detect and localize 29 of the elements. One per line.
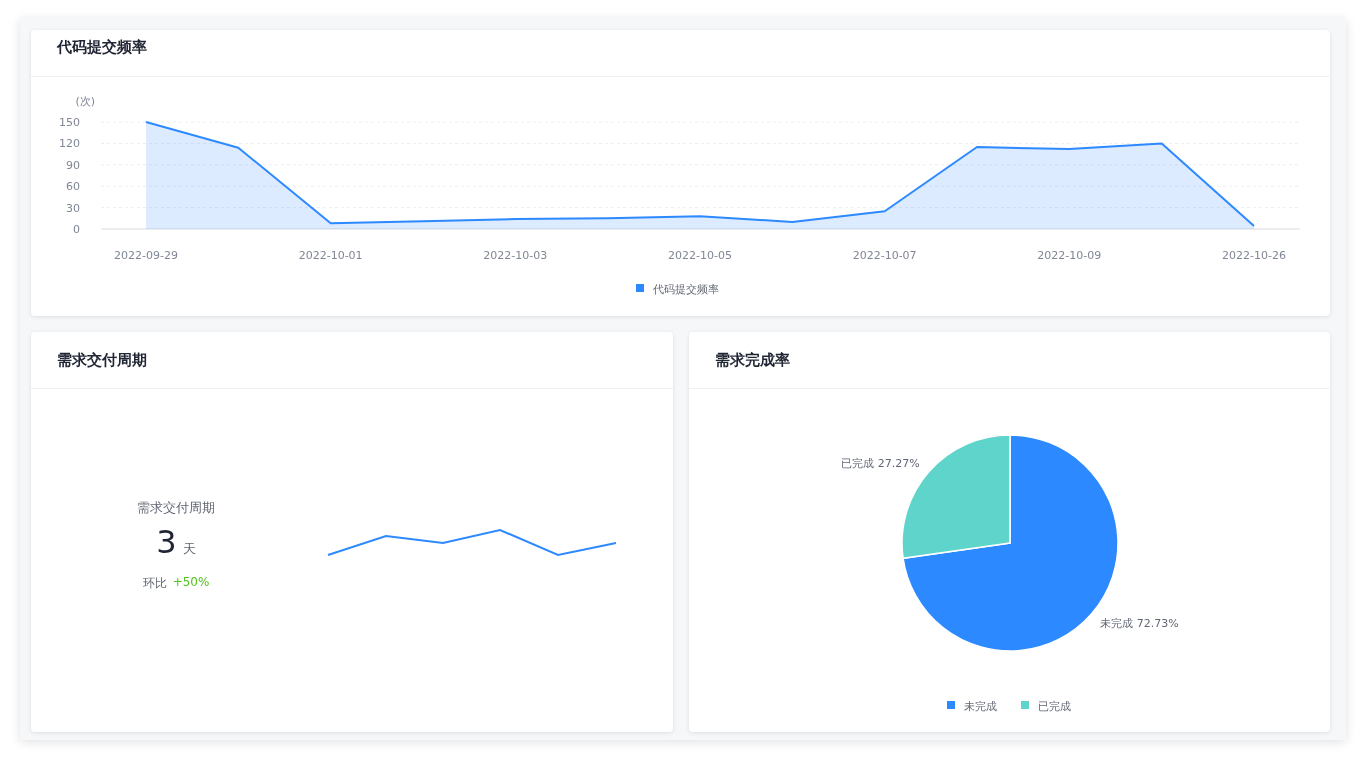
metric-label: 需求交付周期 [137,498,215,517]
legend-label: 代码提交频率 [653,283,719,296]
axis-tick-label: 2022-09-29 [114,249,178,262]
legend-marker-icon [947,701,955,709]
metric-unit: 天 [182,539,196,558]
card-title: 需求完成率 [715,350,790,370]
axis-tick-label: 150 [59,116,80,129]
axis-tick-label: 2022-10-03 [483,249,548,262]
compare-value: +50% [172,574,210,591]
axis-label: (次) [75,95,95,108]
axis-tick-label: 0 [73,223,80,236]
slice-label: 已完成 27.27% [841,457,920,471]
axis-tick-label: 2022-10-01 [298,249,363,262]
slice-label: 未完成 72.73% [1100,616,1179,630]
card-title: 需求交付周期 [57,350,147,370]
axis-tick-label: 60 [66,180,80,194]
compare-label: 环比 [142,574,167,592]
legend-label: 已完成 [1038,700,1071,713]
card-title: 代码提交频率 [57,38,147,57]
axis-tick-label: 2022-10-05 [668,249,732,262]
axis-tick-label: 2022-10-26 [1222,249,1286,262]
axis-tick-label: 90 [66,158,80,172]
axis-tick-label: 2022-10-09 [1037,249,1102,262]
legend-marker-icon [1021,701,1029,709]
axis-tick-label: 120 [59,137,80,151]
axis-tick-label: 2022-10-07 [852,249,917,262]
axis-tick-label: 30 [66,201,80,215]
metric-value: 3 [156,522,177,561]
legend-label: 未完成 [964,700,997,713]
